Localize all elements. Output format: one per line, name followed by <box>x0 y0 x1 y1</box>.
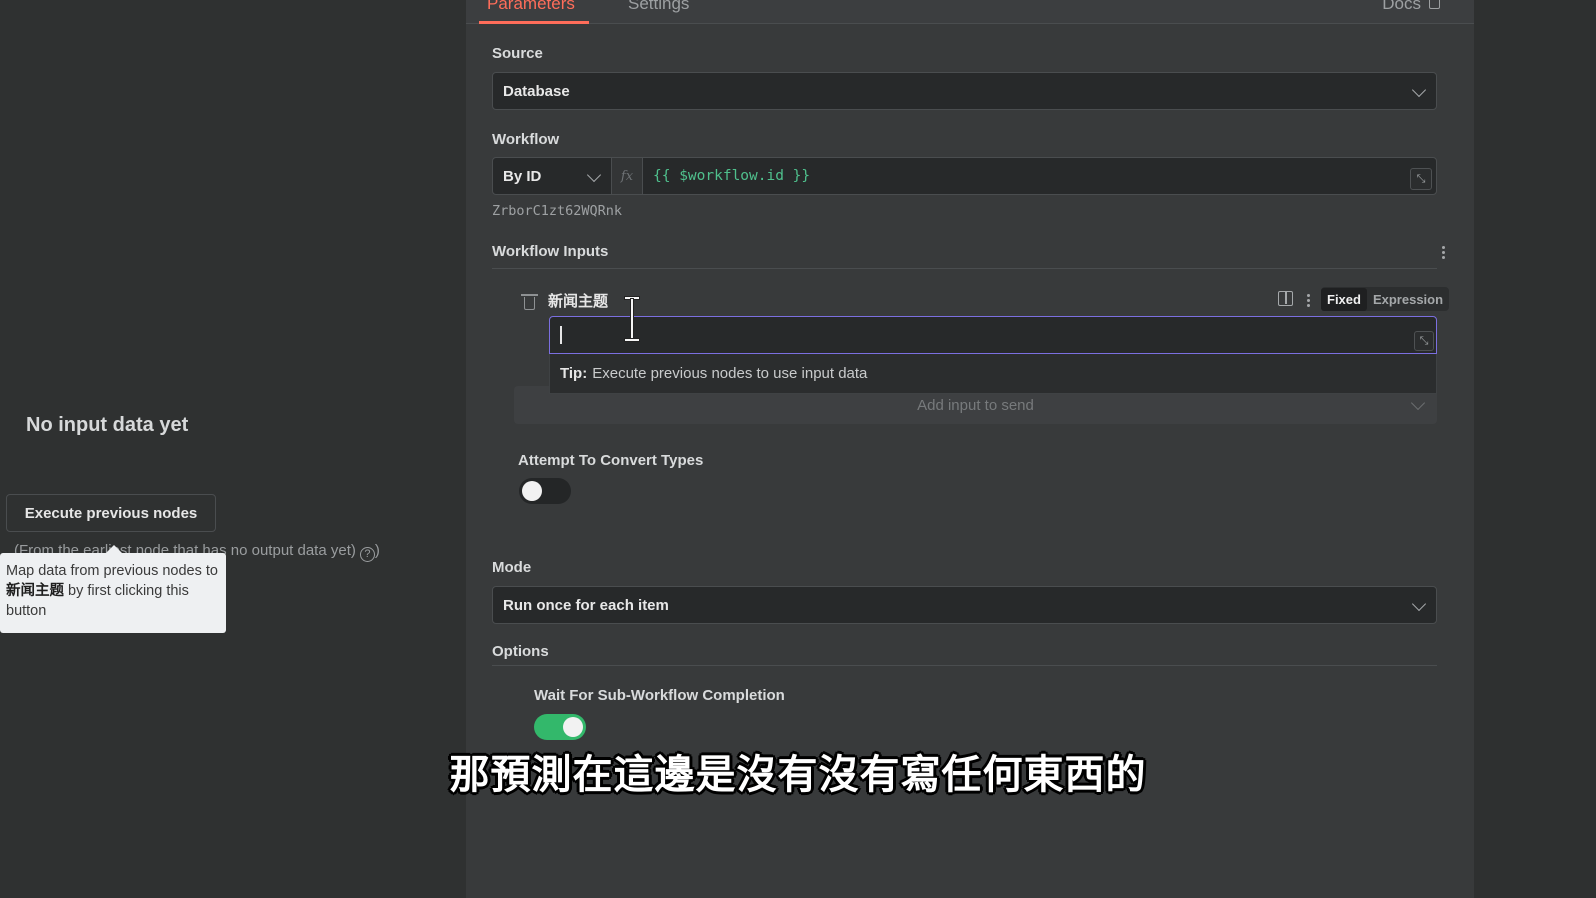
divider <box>492 268 1437 269</box>
workflow-label: Workflow <box>492 131 560 148</box>
chevron-down-icon <box>1411 596 1427 612</box>
fixed-expression-toggle: Fixed Expression <box>1321 287 1450 311</box>
expand-editor-icon[interactable]: ⤡ <box>1414 331 1434 351</box>
input-field-label: 新闻主题 <box>548 292 609 310</box>
source-label: Source <box>492 45 543 62</box>
workflow-inputs-label: Workflow Inputs <box>492 243 609 260</box>
external-link-icon <box>1429 0 1440 9</box>
mode-value: Run once for each item <box>503 596 669 614</box>
workflow-inputs-menu-icon[interactable] <box>1441 244 1445 261</box>
wait-completion-toggle[interactable] <box>534 714 586 740</box>
mode-label: Mode <box>492 559 532 576</box>
options-label: Options <box>492 643 549 660</box>
execute-hint-close: ) <box>374 542 380 559</box>
video-subtitle: 那預測在這邊是沒有沒有寫任何東西的 <box>449 752 1147 798</box>
source-value: Database <box>503 82 570 100</box>
add-input-label: Add input to send <box>917 396 1034 414</box>
workflow-mode-value: By ID <box>503 167 542 185</box>
chevron-down-icon <box>1411 82 1427 98</box>
no-input-title: No input data yet <box>26 414 189 436</box>
text-caret <box>560 326 562 344</box>
docs-link[interactable]: Docs <box>1382 0 1440 14</box>
divider <box>492 665 1437 666</box>
trash-icon[interactable] <box>521 294 538 310</box>
tab-settings[interactable]: Settings <box>628 0 689 14</box>
resolved-workflow-id: ZrborC1zt62WQRnk <box>492 203 623 219</box>
split-view-icon[interactable] <box>1278 291 1293 306</box>
workflow-expression-text: {{ $workflow.id }} <box>653 168 811 184</box>
source-select[interactable]: Database <box>492 72 1437 110</box>
chevron-down-icon <box>1410 395 1426 411</box>
tip-text: Execute previous nodes to use input data <box>592 365 868 382</box>
workflow-mode-select[interactable]: By ID <box>492 157 612 195</box>
panel-tabs: Parameters Settings Docs <box>466 0 1474 24</box>
news-topic-input[interactable]: ⤡ <box>549 316 1437 354</box>
mode-select[interactable]: Run once for each item <box>492 586 1437 624</box>
attempt-convert-toggle[interactable] <box>519 478 571 504</box>
tab-parameters[interactable]: Parameters <box>479 0 589 24</box>
chevron-down-icon <box>586 167 602 183</box>
text-cursor-icon <box>624 296 640 342</box>
expression-option[interactable]: Expression <box>1367 288 1449 311</box>
tooltip-prefix: Map data from previous nodes to <box>6 563 218 579</box>
tip-label: Tip: <box>560 365 588 382</box>
toggle-knob <box>563 717 583 737</box>
expand-editor-icon[interactable]: ⤡ <box>1410 168 1432 190</box>
map-data-tooltip: Map data from previous nodes to 新闻主题 by … <box>0 545 226 633</box>
execute-previous-nodes-button[interactable]: Execute previous nodes <box>6 494 216 532</box>
workflow-expression-input[interactable]: {{ $workflow.id }} ⤡ <box>642 157 1437 195</box>
field-menu-icon[interactable] <box>1306 292 1310 309</box>
toggle-knob <box>522 481 542 501</box>
fixed-option[interactable]: Fixed <box>1321 287 1367 311</box>
attempt-convert-label: Attempt To Convert Types <box>518 452 704 469</box>
fx-icon: fx <box>612 157 642 195</box>
tooltip-field: 新闻主题 <box>6 583 64 599</box>
docs-label: Docs <box>1382 0 1421 13</box>
input-tip: Tip: Execute previous nodes to use input… <box>549 354 1437 394</box>
help-icon[interactable]: ? <box>359 547 375 562</box>
wait-completion-label: Wait For Sub-Workflow Completion <box>534 687 785 704</box>
